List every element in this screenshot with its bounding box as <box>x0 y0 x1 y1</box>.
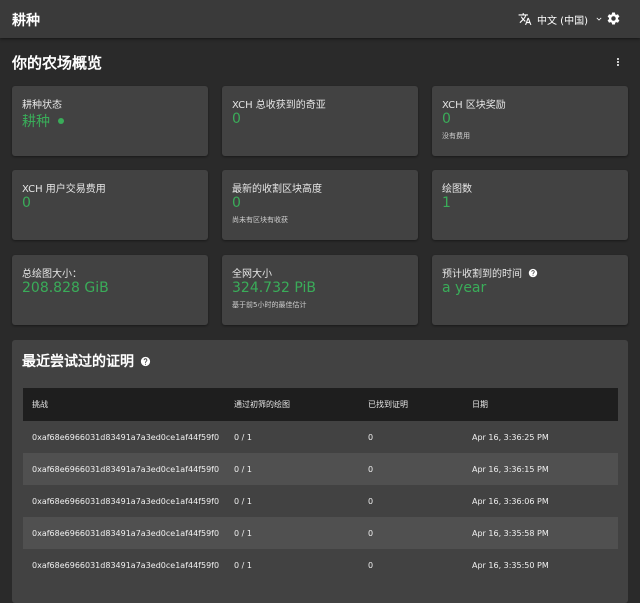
column-header-date[interactable]: 日期 <box>463 388 618 421</box>
plots-cell: 0 / 1 <box>225 517 359 549</box>
date-cell: Apr 16, 3:35:50 PM <box>463 549 618 581</box>
date-cell: Apr 16, 3:36:25 PM <box>463 421 618 453</box>
chevron-down-icon <box>596 17 602 21</box>
overview-title: 你的农场概览 <box>12 54 103 72</box>
status-dot-icon <box>58 118 64 124</box>
translate-icon <box>518 13 532 25</box>
card-label: XCH 总收获到的奇亚 <box>232 100 326 111</box>
gear-icon[interactable] <box>606 11 621 26</box>
table-row: 0xaf68e6966031d83491a7a3ed0ce1af44f59f0 … <box>23 421 618 453</box>
card-value: 0 <box>232 111 241 127</box>
plots-cell: 0 / 1 <box>225 421 359 453</box>
card-label: 耕种状态 <box>22 100 62 111</box>
card-label-text: 预计收割到的时间 <box>442 269 522 280</box>
found-cell: 0 <box>359 485 463 517</box>
card-expected-time-to-win: 预计收割到的时间 a year <box>432 255 628 325</box>
card-total-plot-size: 总绘图大小： 208.828 GiB <box>12 255 208 325</box>
farming-status-value: 耕种 <box>22 114 50 130</box>
challenge-cell: 0xaf68e6966031d83491a7a3ed0ce1af44f59f0 <box>23 549 225 581</box>
found-cell: 0 <box>359 549 463 581</box>
card-total-chia-farmed: XCH 总收获到的奇亚 0 <box>222 86 418 156</box>
table-row: 0xaf68e6966031d83491a7a3ed0ce1af44f59f0 … <box>23 485 618 517</box>
card-label: 总绘图大小： <box>22 269 82 280</box>
card-block-rewards: XCH 区块奖励 0 没有费用 <box>432 86 628 156</box>
card-value: a year <box>442 280 487 296</box>
card-subtext: 基于前5小时的最佳估计 <box>232 301 307 309</box>
card-value: 208.828 GiB <box>22 280 109 296</box>
card-value: 1 <box>442 195 451 211</box>
column-header-proofs-found[interactable]: 已找到证明 <box>359 388 463 421</box>
card-label: XCH 区块奖励 <box>442 100 506 111</box>
proofs-title-text: 最近尝试过的证明 <box>22 354 134 370</box>
card-last-height-farmed: 最新的收割区块高度 0 尚未有区块有收获 <box>222 170 418 240</box>
app-bar: 耕种 中文 (中国) <box>0 0 640 38</box>
card-subtext: 尚未有区块有收获 <box>232 216 288 224</box>
card-label: 预计收割到的时间 <box>442 265 538 280</box>
date-cell: Apr 16, 3:36:06 PM <box>463 485 618 517</box>
found-cell: 0 <box>359 517 463 549</box>
card-label: 最新的收割区块高度 <box>232 184 322 195</box>
plots-cell: 0 / 1 <box>225 485 359 517</box>
card-user-transaction-fees: XCH 用户交易费用 0 <box>12 170 208 240</box>
challenge-value: 0xaf68e6966031d83491a7a3ed0ce1af44f59f0 <box>32 528 220 538</box>
card-value: 324.732 PiB <box>232 280 316 296</box>
card-value: 0 <box>442 111 451 127</box>
date-cell: Apr 16, 3:35:58 PM <box>463 517 618 549</box>
column-header-challenge[interactable]: 挑战 <box>23 388 225 421</box>
card-label: 绘图数 <box>442 184 472 195</box>
table-header-row: 挑战 通过初筛的绘图 已找到证明 日期 <box>23 388 618 421</box>
language-selector[interactable]: 中文 (中国) <box>518 11 604 27</box>
challenge-cell: 0xaf68e6966031d83491a7a3ed0ce1af44f59f0 <box>23 517 225 549</box>
card-subtext: 没有费用 <box>442 132 470 140</box>
challenge-value: 0xaf68e6966031d83491a7a3ed0ce1af44f59f0 <box>32 464 220 474</box>
language-label: 中文 (中国) <box>537 15 588 27</box>
date-cell: Apr 16, 3:36:15 PM <box>463 453 618 485</box>
challenge-cell: 0xaf68e6966031d83491a7a3ed0ce1af44f59f0 <box>23 485 225 517</box>
card-farming-status: 耕种状态 耕种 <box>12 86 208 156</box>
card-label: 全网大小 <box>232 269 272 280</box>
plots-cell: 0 / 1 <box>225 549 359 581</box>
latest-proofs-panel: 最近尝试过的证明 挑战 通过初筛的绘图 已找到证明 日期 0xaf68e6966… <box>12 340 628 603</box>
app-title: 耕种 <box>12 13 40 29</box>
table-row: 0xaf68e6966031d83491a7a3ed0ce1af44f59f0 … <box>23 453 618 485</box>
card-value: 耕种 <box>22 111 64 131</box>
card-label: XCH 用户交易费用 <box>22 184 106 195</box>
challenge-value: 0xaf68e6966031d83491a7a3ed0ce1af44f59f0 <box>32 432 220 442</box>
card-value: 0 <box>22 195 31 211</box>
table-row: 0xaf68e6966031d83491a7a3ed0ce1af44f59f0 … <box>23 549 618 581</box>
table-row: 0xaf68e6966031d83491a7a3ed0ce1af44f59f0 … <box>23 517 618 549</box>
challenge-value: 0xaf68e6966031d83491a7a3ed0ce1af44f59f0 <box>32 496 220 506</box>
found-cell: 0 <box>359 421 463 453</box>
more-vert-icon[interactable] <box>612 55 624 69</box>
proofs-title: 最近尝试过的证明 <box>22 351 151 371</box>
proofs-table: 挑战 通过初筛的绘图 已找到证明 日期 0xaf68e6966031d83491… <box>23 388 618 581</box>
plots-cell: 0 / 1 <box>225 453 359 485</box>
found-cell: 0 <box>359 453 463 485</box>
column-header-plots-passed[interactable]: 通过初筛的绘图 <box>225 388 359 421</box>
challenge-value: 0xaf68e6966031d83491a7a3ed0ce1af44f59f0 <box>32 560 220 570</box>
card-plot-count: 绘图数 1 <box>432 170 628 240</box>
card-value: 0 <box>232 195 241 211</box>
help-circle-icon[interactable] <box>140 356 151 367</box>
challenge-cell: 0xaf68e6966031d83491a7a3ed0ce1af44f59f0 <box>23 453 225 485</box>
card-total-network-space: 全网大小 324.732 PiB 基于前5小时的最佳估计 <box>222 255 418 325</box>
challenge-cell: 0xaf68e6966031d83491a7a3ed0ce1af44f59f0 <box>23 421 225 453</box>
help-circle-icon[interactable] <box>528 268 538 278</box>
